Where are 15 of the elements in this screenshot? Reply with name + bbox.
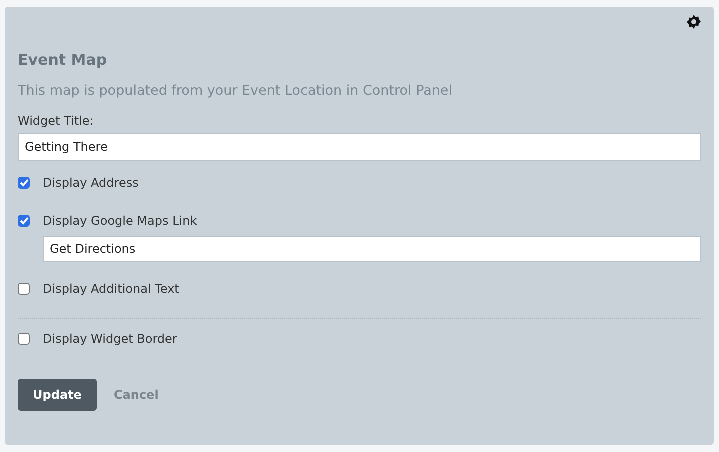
settings-icon[interactable] bbox=[687, 15, 701, 29]
input-field[interactable]: Getting There bbox=[18, 133, 701, 161]
checkbox[interactable] bbox=[18, 333, 30, 345]
field-label: Widget Title: bbox=[18, 114, 95, 128]
checkbox-label: Display Additional Text bbox=[43, 282, 180, 296]
panel-title: Event Map bbox=[18, 51, 108, 69]
checkbox-label: Display Google Maps Link bbox=[43, 214, 198, 228]
checkbox[interactable] bbox=[18, 177, 30, 189]
checkbox[interactable] bbox=[18, 283, 30, 295]
input-field[interactable]: Get Directions bbox=[43, 236, 701, 262]
checkbox-label: Display Address bbox=[43, 176, 139, 190]
checkbox[interactable] bbox=[18, 215, 30, 227]
description: This map is populated from your Event Location in Control Panel bbox=[18, 83, 454, 99]
update-button[interactable]: Update bbox=[18, 379, 97, 411]
checkbox-label: Display Widget Border bbox=[43, 332, 178, 346]
